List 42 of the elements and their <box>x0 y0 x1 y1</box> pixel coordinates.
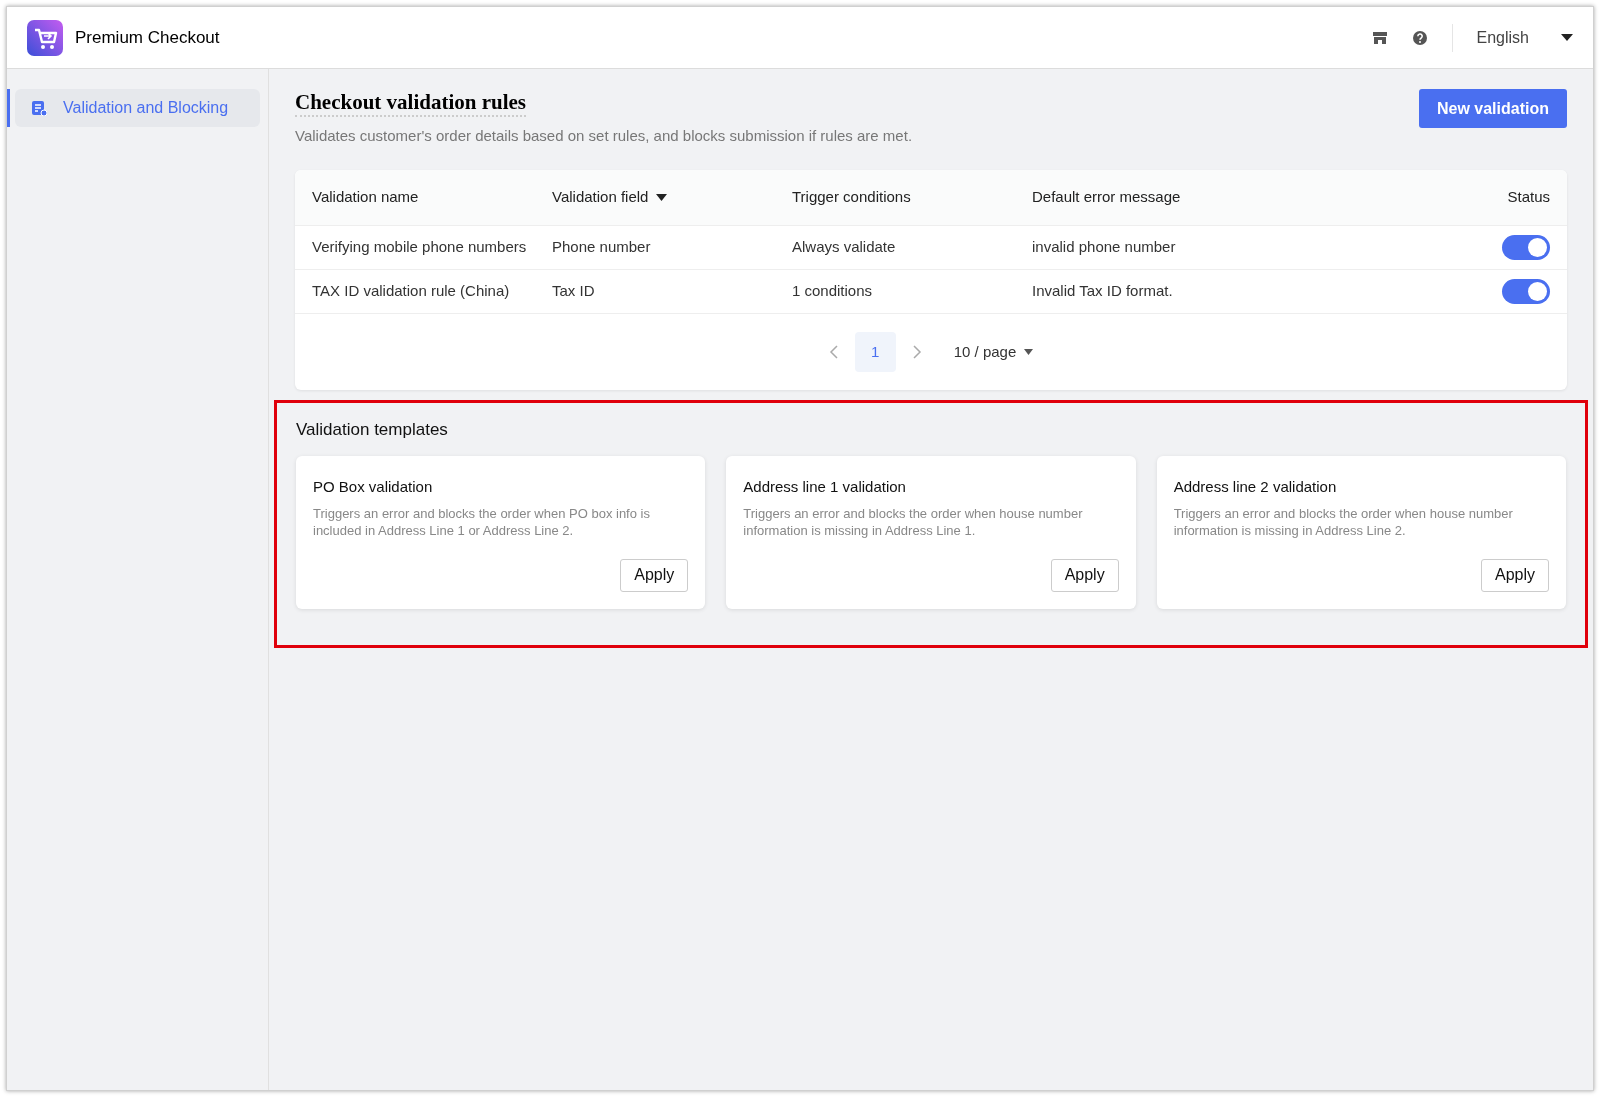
page-description: Validates customer's order details based on set rules, and blocks submission if rules are met. <box>295 126 913 147</box>
caret-icon <box>656 194 668 201</box>
status-toggle[interactable] <box>1502 234 1550 260</box>
cart-logo-icon <box>27 19 63 56</box>
column-header: Status <box>1507 187 1550 208</box>
column-header[interactable]: Validation field <box>552 186 668 209</box>
language-select[interactable]: English <box>1476 25 1573 50</box>
column-header: Validation name <box>312 187 419 208</box>
table-cell: Always validate <box>792 238 896 255</box>
card-description: Triggers an error and blocks the order when house number information is missing in Address Line 1. <box>743 504 1084 539</box>
page-size-select[interactable]: 10 / page <box>953 340 1034 363</box>
apply-button[interactable]: Apply <box>620 558 689 592</box>
help-icon[interactable] <box>1411 29 1428 46</box>
table-cell: Invalid Tax ID format. <box>1032 282 1173 299</box>
app-title: Premium Checkout <box>75 26 220 49</box>
chevron-right-icon[interactable] <box>911 344 922 359</box>
caret-icon <box>1561 33 1573 42</box>
column-header: Trigger conditions <box>792 187 911 208</box>
table-cell: invalid phone number <box>1032 238 1176 255</box>
card-title: Address line 2 validation <box>1173 477 1338 498</box>
card-description: Triggers an error and blocks the order when PO box info is included in Address Line 1 or Address Line 2. <box>313 504 651 539</box>
card-description: Triggers an error and blocks the order when house number information is missing in Address Line 2. <box>1173 504 1514 539</box>
section-title: Validation templates <box>296 418 449 441</box>
table-cell: 1 conditions <box>792 282 873 299</box>
table-cell: Tax ID <box>552 282 595 299</box>
apply-button[interactable]: Apply <box>1050 558 1119 592</box>
chevron-left-icon[interactable] <box>828 344 839 359</box>
column-header: Default error message <box>1032 187 1181 208</box>
caret-icon <box>1024 348 1034 355</box>
page-button[interactable]: 1 <box>854 331 896 372</box>
store-icon[interactable] <box>1371 29 1388 46</box>
document-icon <box>31 100 47 116</box>
status-toggle[interactable] <box>1502 278 1550 304</box>
apply-button[interactable]: Apply <box>1480 558 1549 592</box>
table-cell-text: Verifying mobile phone numbers <box>312 237 528 257</box>
sidebar-item[interactable]: Validation and Blocking <box>15 89 260 127</box>
card-title: Address line 1 validation <box>743 477 907 498</box>
card-title: PO Box validation <box>313 477 434 498</box>
table-cell: Phone number <box>552 238 651 255</box>
table-cell-text: TAX ID validation rule (China) <box>312 281 511 301</box>
new-validation-button[interactable]: New validation <box>1418 89 1567 128</box>
page-title: Checkout validation rules <box>295 89 527 118</box>
